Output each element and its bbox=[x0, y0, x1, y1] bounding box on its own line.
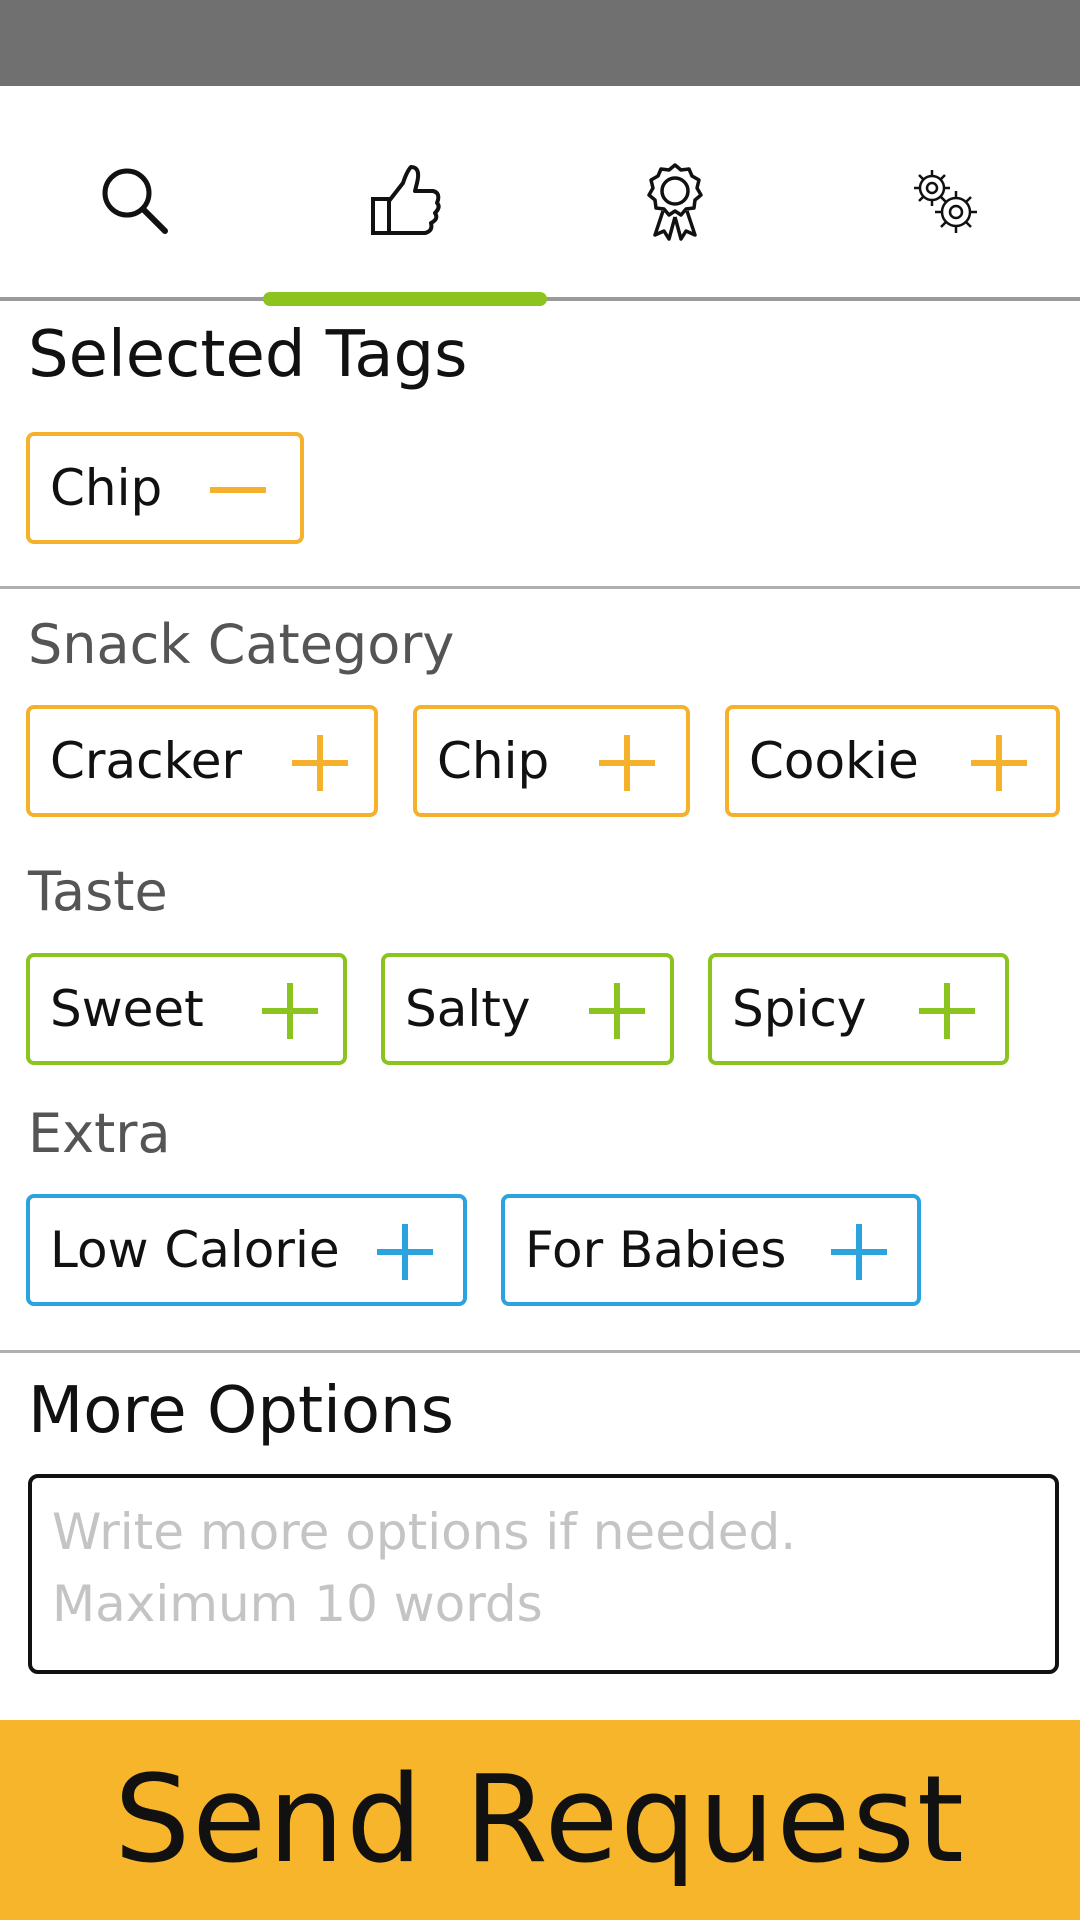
plus-icon[interactable] bbox=[290, 733, 350, 793]
plus-icon[interactable] bbox=[917, 981, 977, 1041]
tag-label: For Babies bbox=[525, 1221, 787, 1279]
tag-cookie[interactable]: Cookie bbox=[725, 705, 1060, 817]
tag-for-babies[interactable]: For Babies bbox=[501, 1194, 921, 1306]
send-request-label: Send Request bbox=[114, 1750, 966, 1890]
active-tab-indicator bbox=[263, 292, 547, 306]
tag-label: Salty bbox=[405, 980, 531, 1038]
plus-icon[interactable] bbox=[260, 981, 320, 1041]
status-bar bbox=[0, 0, 1080, 86]
tag-cracker[interactable]: Cracker bbox=[26, 705, 378, 817]
more-options-textarea[interactable]: Write more options if needed. Maximum 10… bbox=[28, 1474, 1059, 1674]
send-request-button[interactable]: Send Request bbox=[0, 1720, 1080, 1920]
tag-label: Chip bbox=[437, 732, 550, 790]
tab-search[interactable] bbox=[90, 156, 180, 246]
tab-settings[interactable] bbox=[900, 156, 990, 246]
section-divider bbox=[0, 1350, 1080, 1353]
tag-spicy[interactable]: Spicy bbox=[708, 953, 1009, 1065]
plus-icon[interactable] bbox=[829, 1222, 889, 1282]
selected-tag-chip[interactable]: Chip bbox=[26, 432, 304, 544]
tag-label: Chip bbox=[50, 459, 163, 517]
gears-icon bbox=[908, 164, 982, 238]
taste-title: Taste bbox=[28, 860, 168, 923]
tag-sweet[interactable]: Sweet bbox=[26, 953, 347, 1065]
search-icon bbox=[97, 163, 173, 239]
plus-icon[interactable] bbox=[375, 1222, 435, 1282]
tag-chip[interactable]: Chip bbox=[413, 705, 690, 817]
placeholder-line: Maximum 10 words bbox=[52, 1575, 543, 1633]
extra-title: Extra bbox=[28, 1102, 171, 1165]
minus-icon[interactable] bbox=[208, 460, 268, 520]
selected-tags-title: Selected Tags bbox=[28, 318, 468, 392]
plus-icon[interactable] bbox=[587, 981, 647, 1041]
tag-label: Low Calorie bbox=[50, 1221, 340, 1279]
tag-label: Spicy bbox=[732, 980, 867, 1038]
tab-awards[interactable] bbox=[630, 156, 720, 246]
tab-bar bbox=[0, 86, 1080, 302]
placeholder-line: Write more options if needed. bbox=[52, 1503, 797, 1561]
snack-category-title: Snack Category bbox=[28, 613, 455, 676]
tag-low-calorie[interactable]: Low Calorie bbox=[26, 1194, 467, 1306]
tag-label: Cookie bbox=[749, 732, 919, 790]
award-ribbon-icon bbox=[639, 161, 711, 241]
thumbs-up-icon bbox=[365, 161, 445, 241]
more-options-title: More Options bbox=[28, 1374, 454, 1448]
section-divider bbox=[0, 586, 1080, 589]
plus-icon[interactable] bbox=[969, 733, 1029, 793]
tag-label: Cracker bbox=[50, 732, 243, 790]
tag-label: Sweet bbox=[50, 980, 204, 1038]
tag-salty[interactable]: Salty bbox=[381, 953, 674, 1065]
plus-icon[interactable] bbox=[597, 733, 657, 793]
tab-likes[interactable] bbox=[360, 156, 450, 246]
